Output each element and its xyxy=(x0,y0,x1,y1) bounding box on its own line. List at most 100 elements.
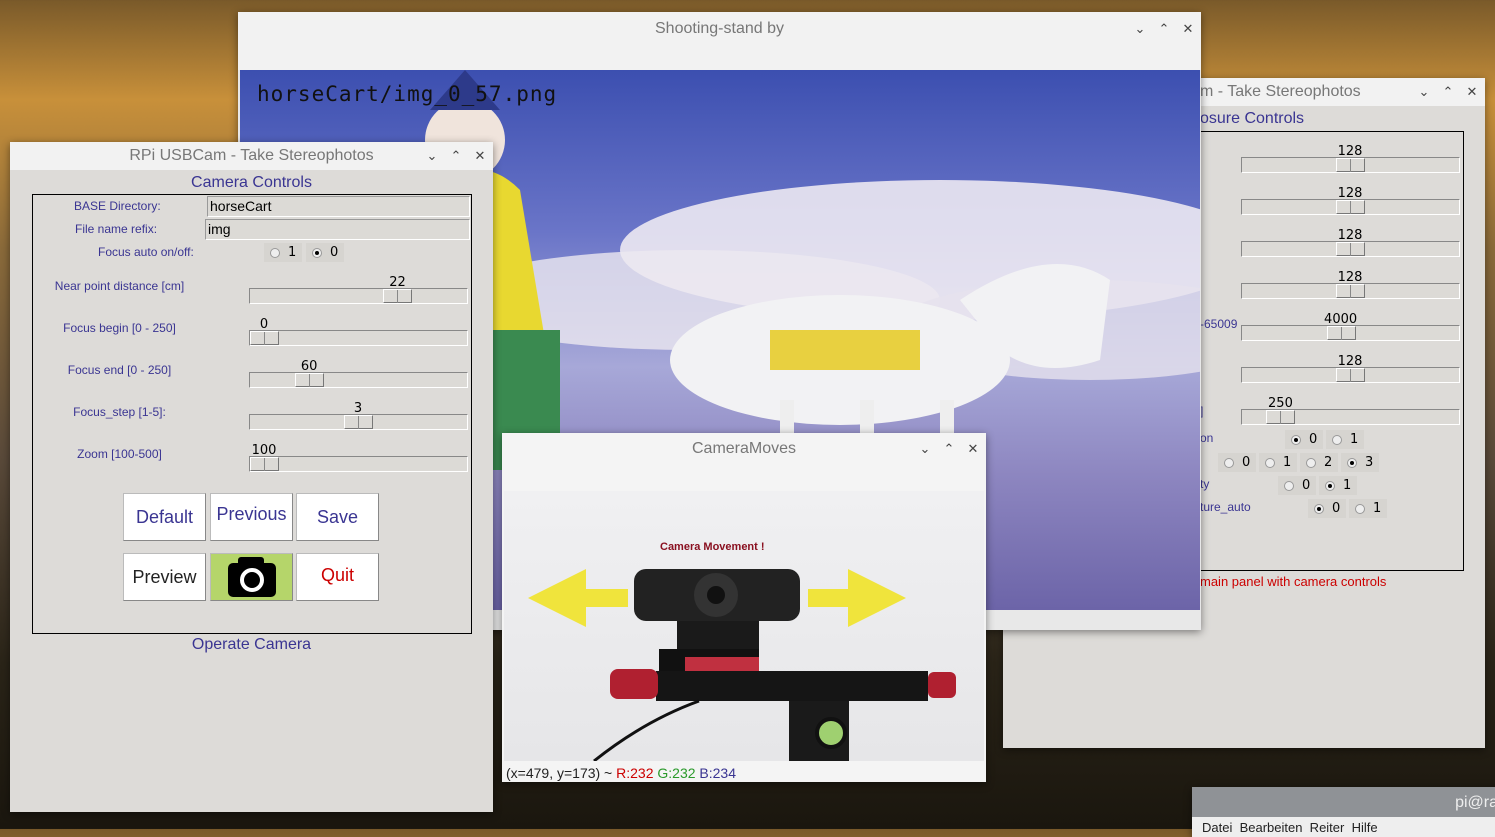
slider-track[interactable] xyxy=(1241,241,1460,257)
maximize-button[interactable]: ⌃ xyxy=(1157,12,1171,46)
camera-movement-caption: Camera Movement ! xyxy=(660,541,765,553)
slider-label: Focus end [0 - 250] xyxy=(67,363,172,377)
focus-auto-label: Focus auto on/off: xyxy=(98,245,194,259)
slider-thumb[interactable] xyxy=(1336,284,1365,298)
slider-track[interactable] xyxy=(1241,367,1460,383)
radio-option[interactable]: 0 xyxy=(1218,453,1257,472)
focus-auto-radio[interactable]: 0 xyxy=(306,243,345,262)
minimize-button[interactable]: ⌄ xyxy=(1133,12,1147,46)
slider-track[interactable] xyxy=(249,288,468,304)
slider-track[interactable] xyxy=(249,330,468,346)
radio-label: 1 xyxy=(1283,455,1292,470)
slider-track[interactable] xyxy=(1241,283,1460,299)
take-photo-button[interactable] xyxy=(210,553,293,601)
window-title: m - Take Stereophotos xyxy=(1200,83,1361,100)
camera-controls-header: Camera Controls xyxy=(191,174,312,191)
save-button[interactable]: Save xyxy=(296,493,379,541)
exposure-controls-header: osure Controls xyxy=(1200,110,1305,127)
previous-button[interactable]: Previous xyxy=(210,493,293,541)
minimize-button[interactable]: ⌄ xyxy=(425,142,439,170)
slider-thumb[interactable] xyxy=(250,331,279,345)
arrow-right-icon xyxy=(808,569,906,627)
maximize-button[interactable]: ⌃ xyxy=(942,433,956,465)
window-title: pi@ra xyxy=(1455,794,1495,811)
camera-icon xyxy=(227,557,276,597)
radio-option[interactable]: 1 xyxy=(1319,476,1358,495)
radio-circle xyxy=(270,247,280,258)
camera-moves-window: CameraMoves ⌄ ⌃ ✕ Camera Movement ! (x=479… xyxy=(502,433,986,782)
slider-thumb[interactable] xyxy=(1336,368,1365,382)
slider-track[interactable] xyxy=(1241,409,1460,425)
slider-label: Near point distance [cm] xyxy=(54,279,185,293)
close-button[interactable]: ✕ xyxy=(1465,78,1479,106)
radio-option[interactable]: 0 xyxy=(1308,499,1347,518)
radio-label: 2 xyxy=(1324,455,1333,470)
radio-label: 3 xyxy=(1365,455,1374,470)
slider-track[interactable] xyxy=(249,372,468,388)
default-button[interactable]: Default xyxy=(123,493,206,541)
maximize-button[interactable]: ⌃ xyxy=(1441,78,1455,106)
save-label: Save xyxy=(316,506,359,527)
minimize-button[interactable]: ⌄ xyxy=(1417,78,1431,106)
radio-option[interactable]: 2 xyxy=(1300,453,1339,472)
radio-option[interactable]: 0 xyxy=(1285,430,1324,449)
maximize-button[interactable]: ⌃ xyxy=(449,142,463,170)
green-value: G:232 xyxy=(657,765,696,781)
radio-row-label: ty xyxy=(1200,477,1210,491)
slider-track[interactable] xyxy=(1241,325,1460,341)
window-title: RPi USBCam - Take Stereophotos xyxy=(129,147,374,164)
red-value: R:232 xyxy=(616,765,654,781)
slider-thumb[interactable] xyxy=(295,373,325,387)
file-prefix-label: File name refix: xyxy=(75,222,158,236)
coords-text: (x=479, y=173) ~ xyxy=(506,765,613,781)
close-button[interactable]: ✕ xyxy=(966,433,980,465)
radio-label: 1 xyxy=(1343,478,1352,493)
radio-label: 0 xyxy=(1242,455,1251,470)
slider-thumb[interactable] xyxy=(1266,410,1296,424)
quit-button[interactable]: Quit xyxy=(296,553,379,601)
radio-option[interactable]: 1 xyxy=(1259,453,1298,472)
radio-circle xyxy=(1314,503,1324,514)
preview-button[interactable]: Preview xyxy=(123,553,206,601)
slider-thumb[interactable] xyxy=(344,415,373,429)
slider-label: Focus_step [1-5]: xyxy=(73,405,166,419)
blue-value: B:234 xyxy=(699,765,737,781)
preview-label: Preview xyxy=(132,566,197,587)
radio-label: 0 xyxy=(1332,501,1341,516)
focus-auto-radio[interactable]: 1 xyxy=(264,243,303,262)
minimize-button[interactable]: ⌄ xyxy=(918,433,932,465)
radio-circle xyxy=(1325,480,1335,491)
slider-thumb[interactable] xyxy=(383,289,413,303)
radio-label: 0 xyxy=(330,245,339,260)
radio-option[interactable]: 0 xyxy=(1278,476,1317,495)
radio-label: 0 xyxy=(1302,478,1311,493)
terminal-menu[interactable]: Datei Bearbeiten Reiter Hilfe xyxy=(1192,817,1495,837)
close-button[interactable]: ✕ xyxy=(473,142,487,170)
status-message: main panel with camera controls xyxy=(1200,574,1387,589)
radio-circle xyxy=(1355,503,1365,514)
slider-thumb[interactable] xyxy=(1336,158,1365,172)
radio-label: 1 xyxy=(1373,501,1382,516)
slider-track[interactable] xyxy=(1241,199,1460,215)
slider-track[interactable] xyxy=(1241,157,1460,173)
slider-track[interactable] xyxy=(249,414,468,430)
radio-circle xyxy=(1265,457,1275,468)
slider-track[interactable] xyxy=(249,456,468,472)
radio-option[interactable]: 1 xyxy=(1349,499,1388,518)
stereophotos-window-main: RPi USBCam - Take Stereophotos ⌄ ⌃ ✕ Camer… xyxy=(10,142,493,812)
radio-circle xyxy=(1284,480,1294,491)
radio-circle xyxy=(1347,457,1357,468)
close-button[interactable]: ✕ xyxy=(1181,12,1195,46)
base-directory-input[interactable]: horseCart xyxy=(207,196,470,217)
radio-option[interactable]: 1 xyxy=(1326,430,1365,449)
slider-thumb[interactable] xyxy=(250,457,279,471)
radio-option[interactable]: 3 xyxy=(1341,453,1380,472)
slider-thumb[interactable] xyxy=(1326,326,1356,340)
quit-label: Quit xyxy=(320,565,354,585)
file-prefix-input[interactable]: img xyxy=(205,219,470,240)
slider-thumb[interactable] xyxy=(1336,242,1365,256)
slider-thumb[interactable] xyxy=(1336,200,1365,214)
radio-circle xyxy=(312,247,322,258)
pixel-info-status: (x=479, y=173) ~ R:232 G:232 B:234 xyxy=(506,765,736,781)
slider-label: -65009 xyxy=(1200,317,1238,331)
